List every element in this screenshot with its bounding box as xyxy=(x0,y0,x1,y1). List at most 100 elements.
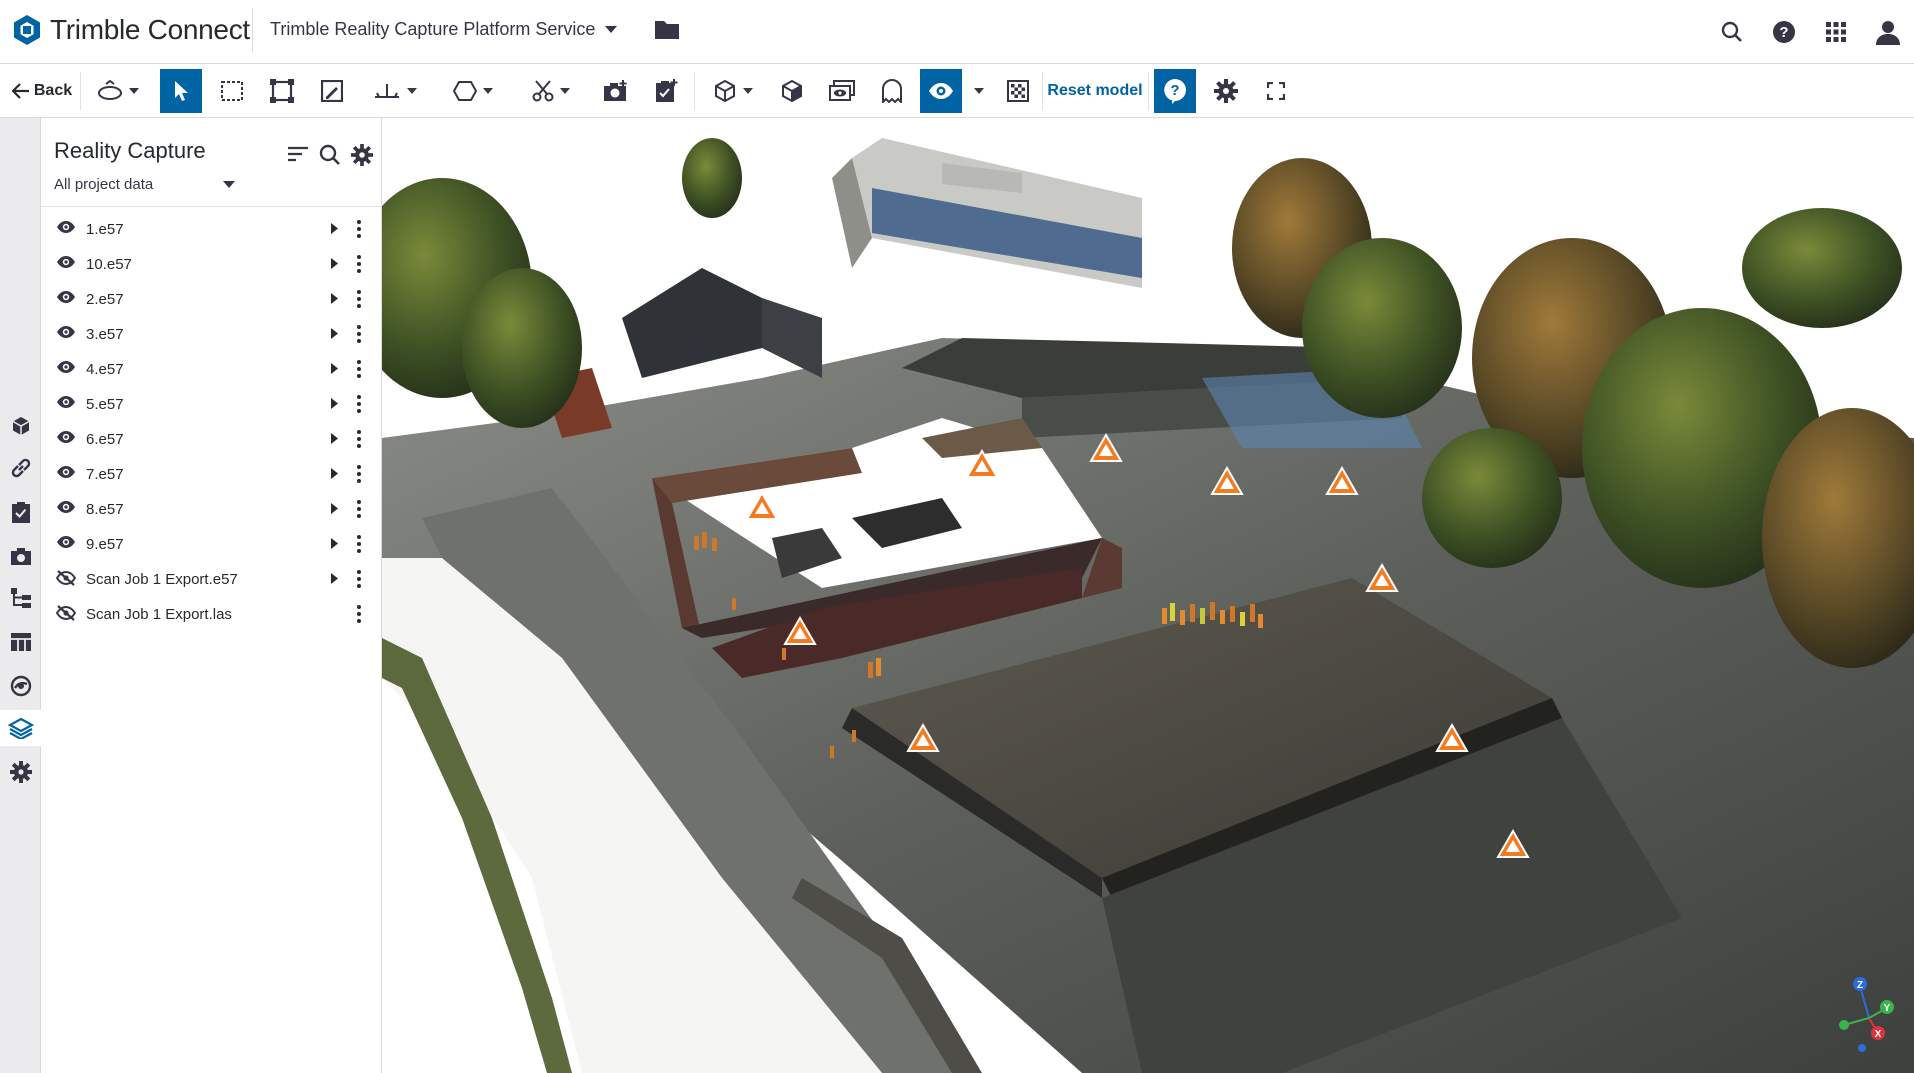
box-select-tool[interactable] xyxy=(212,69,252,113)
scan-list-item[interactable]: Scan Job 1 Export.las xyxy=(41,597,381,632)
rail-table[interactable] xyxy=(0,624,41,660)
measure-tool[interactable] xyxy=(362,69,428,113)
scan-name: Scan Job 1 Export.las xyxy=(86,606,232,623)
point-cloud-scene[interactable]: Z Y X xyxy=(382,118,1914,1073)
more-options-button[interactable] xyxy=(357,465,361,483)
rail-plugins[interactable] xyxy=(0,754,41,790)
trimble-logo[interactable]: Trimble Connect xyxy=(12,14,250,46)
sort-button[interactable] xyxy=(287,144,309,166)
select-tool[interactable] xyxy=(160,69,202,113)
panel-settings-button[interactable] xyxy=(351,144,373,166)
scan-list-item[interactable]: 1.e57 xyxy=(41,212,381,247)
expand-button[interactable] xyxy=(331,258,338,269)
expand-button[interactable] xyxy=(331,223,338,234)
scan-list-item[interactable]: 6.e57 xyxy=(41,422,381,457)
caret-right-icon xyxy=(331,398,338,409)
more-options-button[interactable] xyxy=(357,255,361,273)
visibility-toggle[interactable] xyxy=(56,430,76,444)
rail-views[interactable] xyxy=(0,538,41,574)
3d-viewport[interactable]: Z Y X xyxy=(382,118,1914,1073)
help-button[interactable]: ? xyxy=(1758,0,1810,64)
folder-button[interactable] xyxy=(654,18,680,40)
panel-search-button[interactable] xyxy=(319,144,341,166)
more-options-button[interactable] xyxy=(357,605,361,623)
visibility-toggle[interactable] xyxy=(56,290,76,304)
apps-button[interactable] xyxy=(1810,0,1862,64)
more-options-button[interactable] xyxy=(357,360,361,378)
visibility-toggle[interactable] xyxy=(56,220,76,234)
rail-reality-capture[interactable] xyxy=(0,710,41,746)
scan-list-item[interactable]: 7.e57 xyxy=(41,457,381,492)
project-selector[interactable]: Trimble Reality Capture Platform Service xyxy=(270,19,618,40)
expand-button[interactable] xyxy=(331,293,338,304)
project-data-filter[interactable]: All project data xyxy=(54,176,236,193)
visibility-toggle[interactable] xyxy=(56,325,76,339)
isolate-tool[interactable] xyxy=(772,69,812,113)
rail-hierarchy[interactable] xyxy=(0,580,41,616)
visibility-tool[interactable] xyxy=(920,69,962,113)
section-box-tool[interactable] xyxy=(262,69,302,113)
dark-building xyxy=(622,268,762,378)
scan-list-item[interactable]: 4.e57 xyxy=(41,352,381,387)
more-options-button[interactable] xyxy=(357,430,361,448)
rail-extensions[interactable] xyxy=(0,668,41,704)
create-view-tool[interactable] xyxy=(596,69,636,113)
scan-list-item[interactable]: Scan Job 1 Export.e57 xyxy=(41,562,381,597)
polygon-icon xyxy=(453,81,477,101)
rail-links[interactable] xyxy=(0,450,41,486)
expand-button[interactable] xyxy=(331,573,338,584)
visibility-toggle[interactable] xyxy=(56,605,76,621)
visibility-menu[interactable] xyxy=(964,69,994,113)
checkerboard-tool[interactable] xyxy=(998,69,1038,113)
scan-list-item[interactable]: 10.e57 xyxy=(41,247,381,282)
visibility-toggle[interactable] xyxy=(56,395,76,409)
scan-list-item[interactable]: 8.e57 xyxy=(41,492,381,527)
rail-todos[interactable] xyxy=(0,494,41,530)
more-vertical-icon xyxy=(357,325,361,343)
visibility-toggle[interactable] xyxy=(56,500,76,514)
user-avatar-button[interactable] xyxy=(1862,0,1914,64)
reset-model-button[interactable]: Reset model xyxy=(1046,69,1144,113)
rail-models[interactable] xyxy=(0,408,41,444)
markup-tool[interactable] xyxy=(312,69,352,113)
create-todo-tool[interactable] xyxy=(646,69,686,113)
visibility-toggle[interactable] xyxy=(56,570,76,586)
more-options-button[interactable] xyxy=(357,535,361,553)
ghost-tool[interactable] xyxy=(872,69,912,113)
orbit-tool[interactable] xyxy=(88,69,148,113)
visibility-toggle[interactable] xyxy=(56,465,76,479)
help-tool[interactable]: ? xyxy=(1154,69,1196,113)
search-button[interactable] xyxy=(1706,0,1758,64)
expand-button[interactable] xyxy=(331,538,338,549)
more-options-button[interactable] xyxy=(357,325,361,343)
object-tool[interactable] xyxy=(700,69,766,113)
scan-list-item[interactable]: 2.e57 xyxy=(41,282,381,317)
back-button[interactable]: Back xyxy=(6,69,78,113)
more-options-button[interactable] xyxy=(357,570,361,588)
expand-button[interactable] xyxy=(331,433,338,444)
clip-tool[interactable] xyxy=(518,69,584,113)
axis-neg-z[interactable] xyxy=(1858,1044,1866,1052)
visibility-toggle[interactable] xyxy=(56,535,76,549)
expand-button[interactable] xyxy=(331,328,338,339)
more-options-button[interactable] xyxy=(357,290,361,308)
expand-button[interactable] xyxy=(331,363,338,374)
plugin-gear-icon xyxy=(9,761,32,783)
scan-list-item[interactable]: 9.e57 xyxy=(41,527,381,562)
visibility-toggle[interactable] xyxy=(56,255,76,269)
scan-list-item[interactable]: 5.e57 xyxy=(41,387,381,422)
more-options-button[interactable] xyxy=(357,395,361,413)
gear-icon xyxy=(1214,79,1238,103)
more-options-button[interactable] xyxy=(357,500,361,518)
axis-neg-y[interactable] xyxy=(1839,1020,1849,1030)
expand-button[interactable] xyxy=(331,398,338,409)
shape-tool[interactable] xyxy=(440,69,506,113)
scan-list-item[interactable]: 3.e57 xyxy=(41,317,381,352)
visibility-toggle[interactable] xyxy=(56,360,76,374)
hide-tool[interactable] xyxy=(822,69,862,113)
more-options-button[interactable] xyxy=(357,220,361,238)
expand-button[interactable] xyxy=(331,503,338,514)
settings-tool[interactable] xyxy=(1206,69,1246,113)
expand-button[interactable] xyxy=(331,468,338,479)
fullscreen-tool[interactable] xyxy=(1256,69,1296,113)
